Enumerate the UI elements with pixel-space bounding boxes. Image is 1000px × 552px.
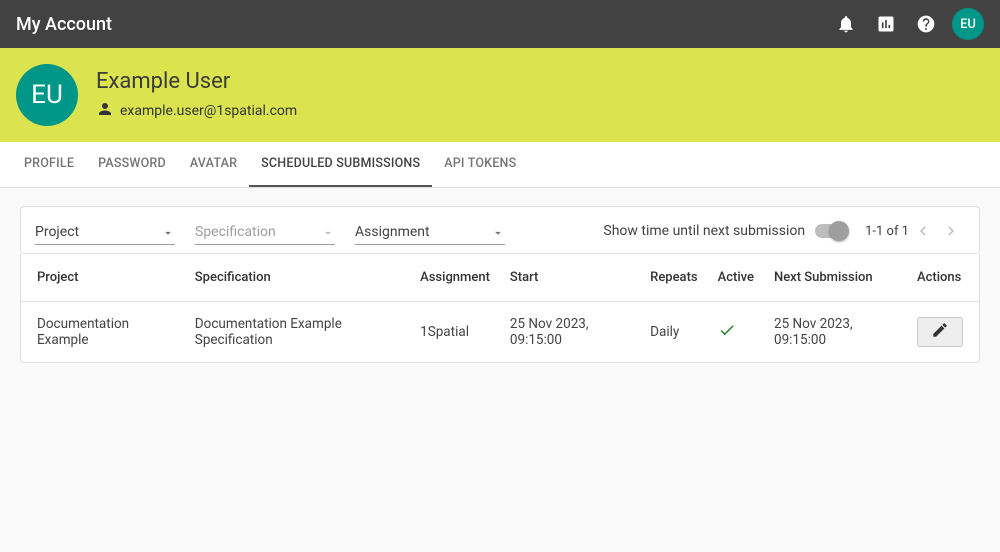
tab-scheduled-submissions[interactable]: SCHEDULED SUBMISSIONS <box>249 142 432 187</box>
user-email-row: example.user@1spatial.com <box>96 100 297 122</box>
project-select[interactable]: Project <box>35 218 175 245</box>
help-icon[interactable] <box>908 6 944 42</box>
cell-assignment: 1Spatial <box>410 302 500 363</box>
cell-project: Documentation Example <box>21 302 185 363</box>
time-until-toggle[interactable] <box>815 224 849 238</box>
cell-specification: Documentation Example Specification <box>185 302 410 363</box>
pager: 1-1 of 1 <box>865 217 965 245</box>
col-project: Project <box>21 254 185 302</box>
tab-password[interactable]: PASSWORD <box>86 142 178 187</box>
edit-button[interactable] <box>917 317 963 347</box>
submissions-table-card: Project Specification Assignment Start R… <box>20 254 980 363</box>
content: Project Specification Assignment Show ti… <box>0 188 1000 381</box>
project-select-label: Project <box>35 224 79 240</box>
stats-icon[interactable] <box>868 6 904 42</box>
col-active: Active <box>708 254 764 302</box>
col-actions: Actions <box>907 254 979 302</box>
tabs: PROFILE PASSWORD AVATAR SCHEDULED SUBMIS… <box>0 142 1000 188</box>
cell-repeats: Daily <box>640 302 707 363</box>
assignment-select[interactable]: Assignment <box>355 218 505 245</box>
chevron-down-icon <box>491 226 505 244</box>
tab-avatar[interactable]: AVATAR <box>178 142 249 187</box>
user-banner: EU Example User example.user@1spatial.co… <box>0 48 1000 142</box>
user-name: Example User <box>96 69 297 94</box>
col-repeats: Repeats <box>640 254 707 302</box>
specification-select[interactable]: Specification <box>195 218 335 245</box>
topbar: My Account EU <box>0 0 1000 48</box>
specification-select-placeholder: Specification <box>195 224 276 240</box>
col-assignment: Assignment <box>410 254 500 302</box>
tab-profile[interactable]: PROFILE <box>12 142 86 187</box>
notifications-icon[interactable] <box>828 6 864 42</box>
pager-range: 1-1 of 1 <box>865 224 909 239</box>
cell-next-submission: 25 Nov 2023, 09:15:00 <box>764 302 907 363</box>
avatar-large: EU <box>16 64 78 126</box>
page-title: My Account <box>16 14 824 35</box>
person-icon <box>96 100 120 122</box>
chevron-down-icon <box>321 226 335 244</box>
col-next-submission: Next Submission <box>764 254 907 302</box>
filter-toolbar: Project Specification Assignment Show ti… <box>20 206 980 254</box>
cell-active <box>708 302 764 363</box>
toggle-label: Show time until next submission <box>603 223 805 239</box>
tab-api-tokens[interactable]: API TOKENS <box>432 142 528 187</box>
assignment-select-label: Assignment <box>355 224 430 240</box>
cell-start: 25 Nov 2023, 09:15:00 <box>500 302 640 363</box>
col-start: Start <box>500 254 640 302</box>
pager-prev[interactable] <box>909 217 937 245</box>
pencil-icon <box>931 321 949 343</box>
cell-actions <box>907 302 979 363</box>
table-row: Documentation Example Documentation Exam… <box>21 302 979 363</box>
chevron-down-icon <box>161 226 175 244</box>
toggle-knob <box>829 221 849 241</box>
submissions-table: Project Specification Assignment Start R… <box>21 254 979 362</box>
col-specification: Specification <box>185 254 410 302</box>
pager-next[interactable] <box>937 217 965 245</box>
user-email: example.user@1spatial.com <box>120 103 297 119</box>
check-icon <box>718 327 736 343</box>
avatar[interactable]: EU <box>952 8 984 40</box>
